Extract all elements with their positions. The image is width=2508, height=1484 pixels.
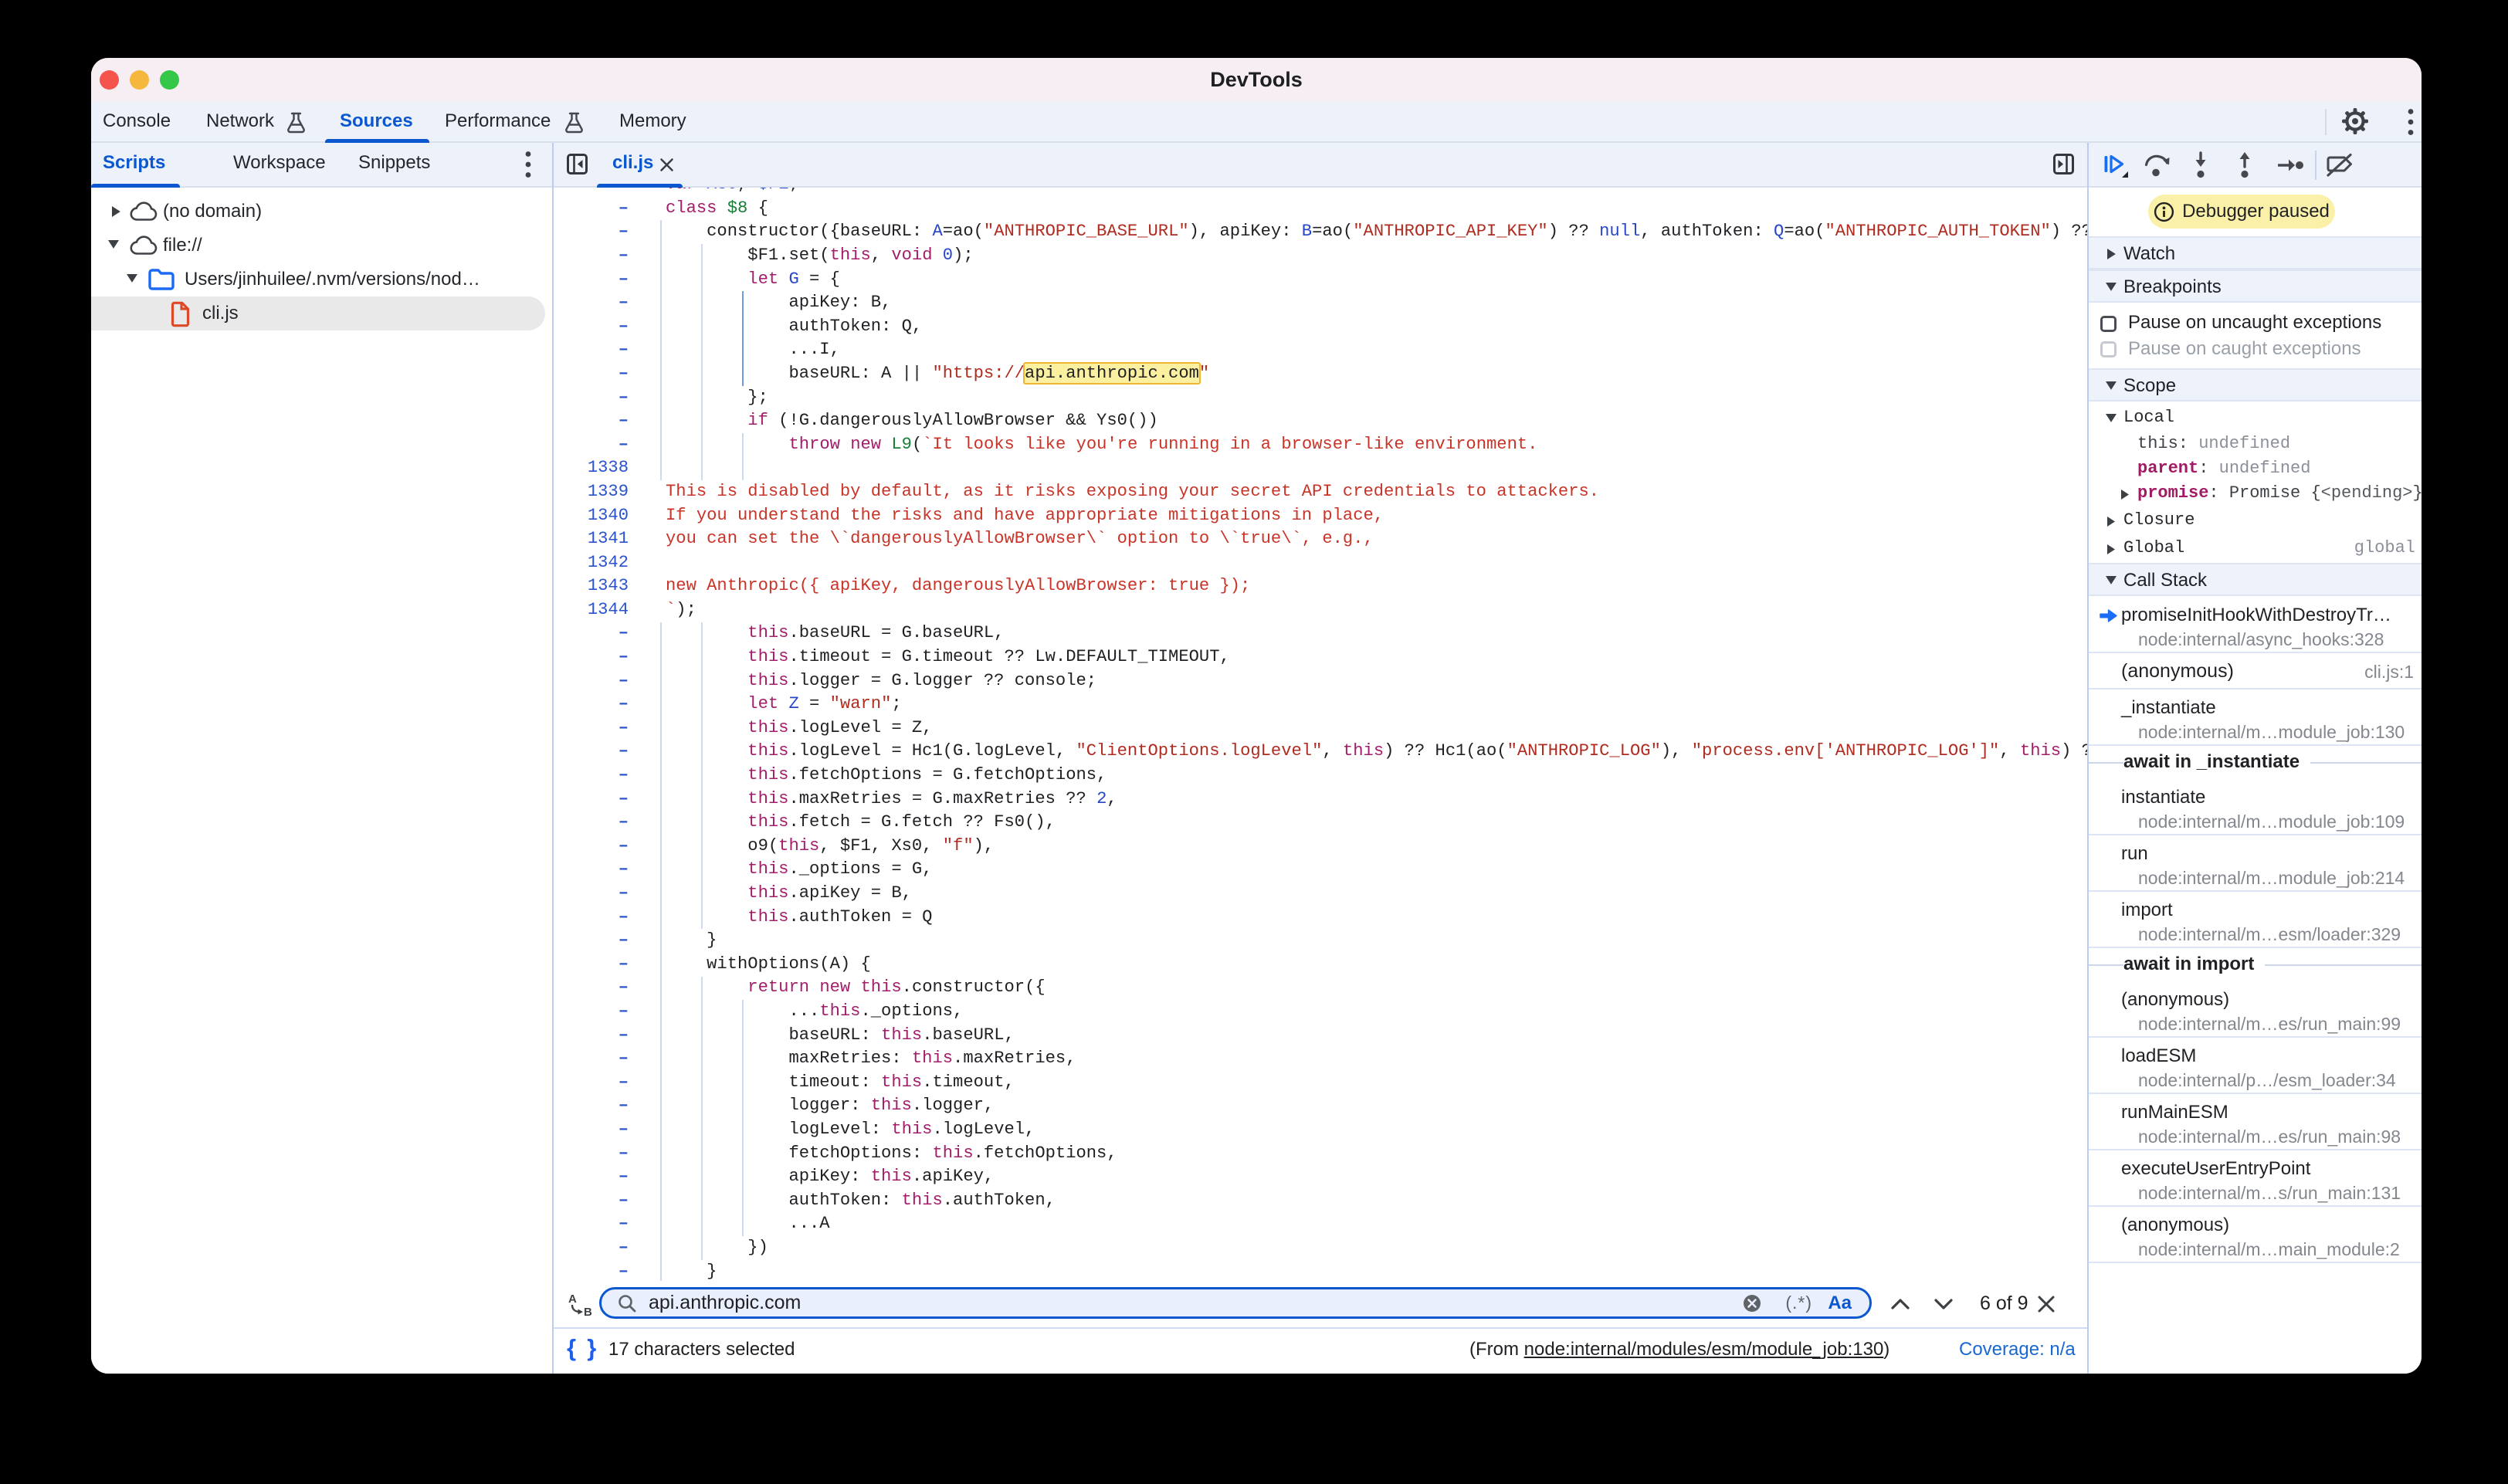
svg-text:B: B	[584, 1306, 592, 1318]
svg-text:A: A	[568, 1293, 577, 1306]
